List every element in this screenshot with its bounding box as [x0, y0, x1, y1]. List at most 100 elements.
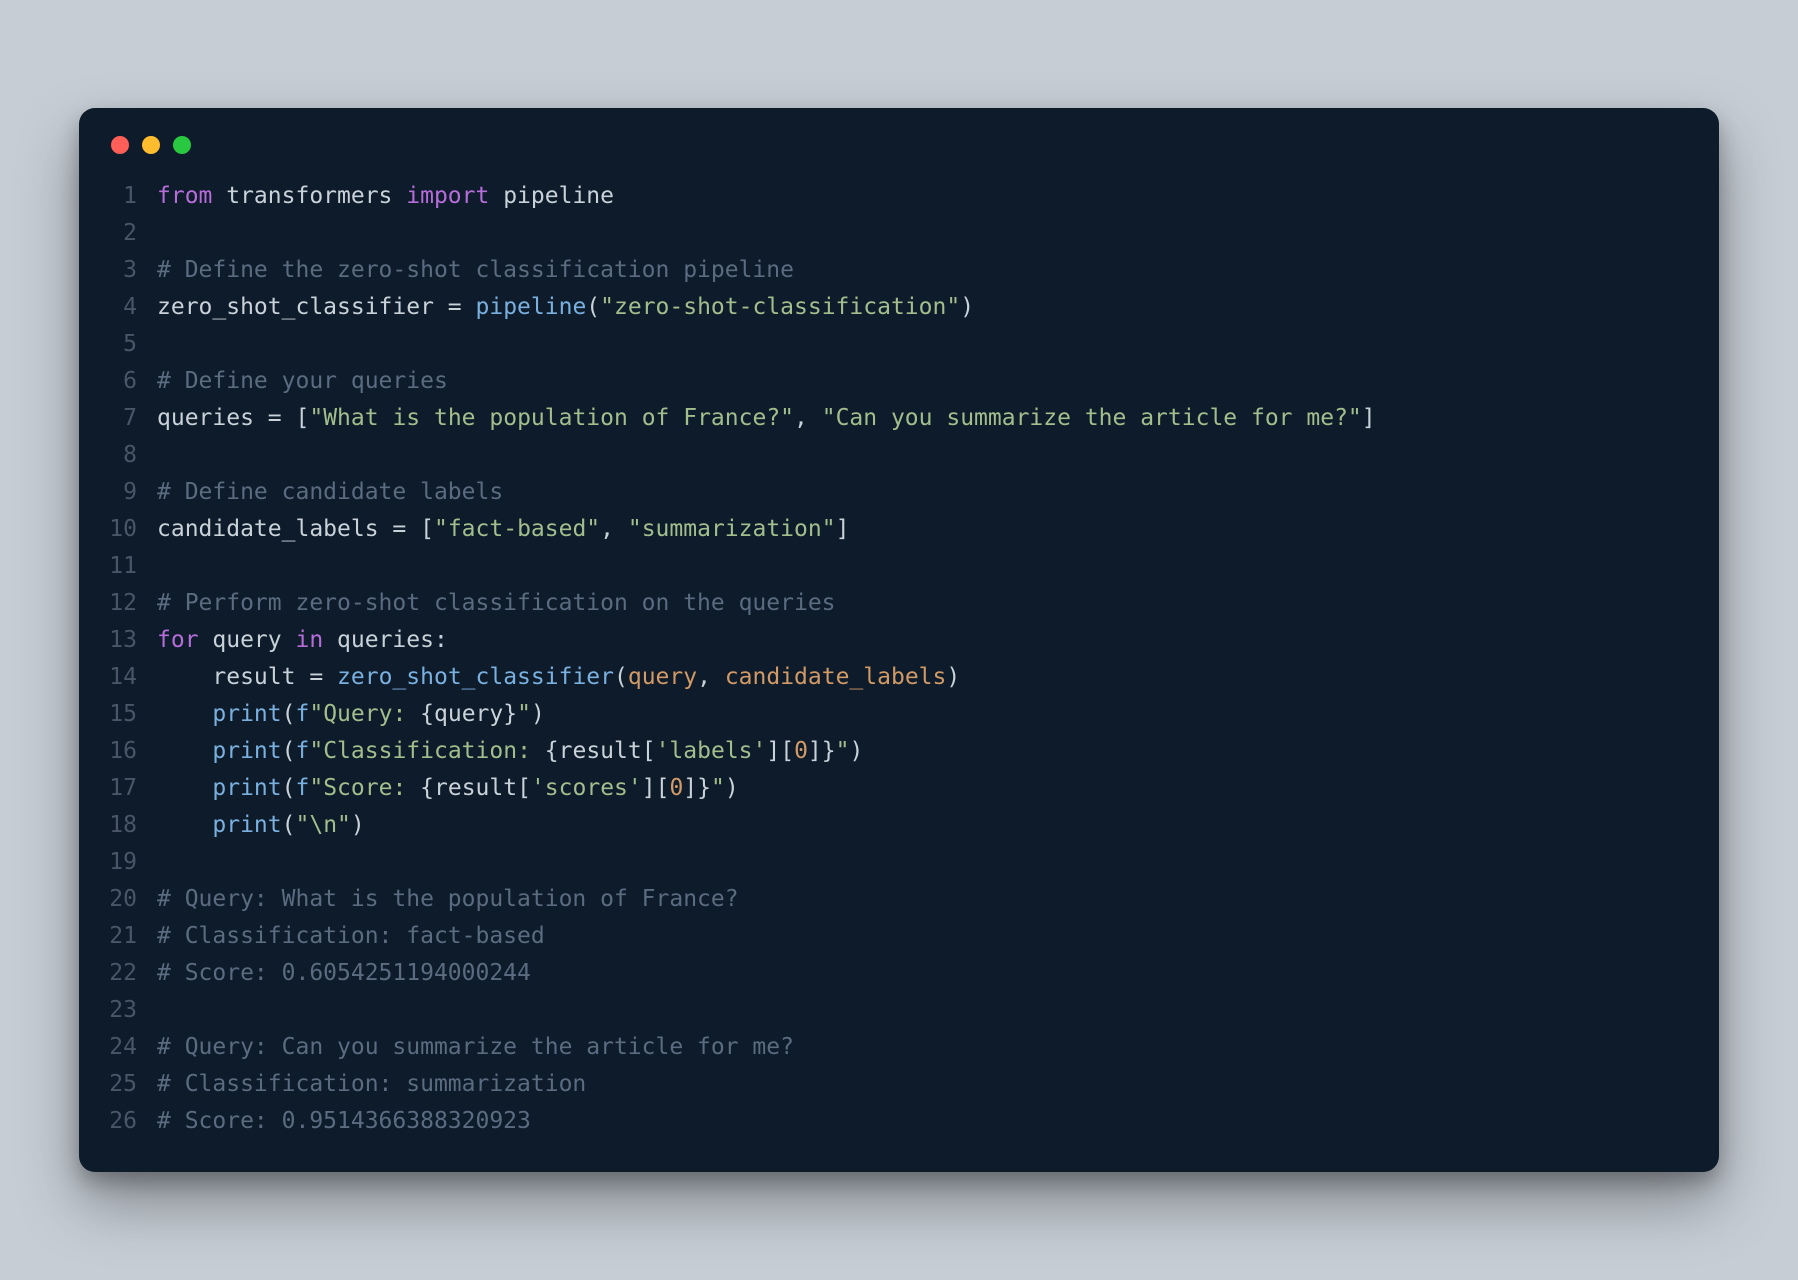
line-number: 13 [109, 622, 157, 659]
token: ][ [642, 775, 670, 801]
code-line: 20# Query: What is the population of Fra… [109, 881, 1689, 918]
token: from [157, 183, 212, 209]
code-content: # Classification: summarization [157, 1066, 586, 1103]
token: " [836, 738, 850, 764]
token: 'scores' [531, 775, 642, 801]
code-line: 10candidate_labels = ["fact-based", "sum… [109, 511, 1689, 548]
line-number: 23 [109, 992, 157, 1029]
code-content: print("\n") [157, 807, 365, 844]
minimize-icon[interactable] [142, 136, 160, 154]
code-line: 17 print(f"Score: {result['scores'][0]}"… [109, 770, 1689, 807]
token: f [296, 701, 310, 727]
line-number: 7 [109, 400, 157, 437]
code-line: 9# Define candidate labels [109, 474, 1689, 511]
token: print [212, 812, 281, 838]
code-line: 24# Query: Can you summarize the article… [109, 1029, 1689, 1066]
token: print [212, 738, 281, 764]
line-number: 24 [109, 1029, 157, 1066]
token: # Classification: fact-based [157, 923, 545, 949]
code-content: print(f"Score: {result['scores'][0]}") [157, 770, 739, 807]
token: [ [517, 775, 531, 801]
token: ) [351, 812, 365, 838]
code-line: 21# Classification: fact-based [109, 918, 1689, 955]
code-content [157, 437, 171, 474]
code-line: 16 print(f"Classification: {result['labe… [109, 733, 1689, 770]
line-number: 4 [109, 289, 157, 326]
token [406, 516, 420, 542]
token: , [600, 516, 628, 542]
code-content: # Classification: fact-based [157, 918, 545, 955]
line-number: 12 [109, 585, 157, 622]
token: f [296, 775, 310, 801]
token: " [517, 701, 531, 727]
token: 0 [794, 738, 808, 764]
code-line: 3# Define the zero-shot classification p… [109, 252, 1689, 289]
traffic-lights [109, 136, 1689, 154]
token: pipeline [476, 294, 587, 320]
close-icon[interactable] [111, 136, 129, 154]
token: ) [725, 775, 739, 801]
code-content: # Query: What is the population of Franc… [157, 881, 739, 918]
token: # Query: Can you summarize the article f… [157, 1034, 794, 1060]
line-number: 19 [109, 844, 157, 881]
code-line: 6# Define your queries [109, 363, 1689, 400]
token: ] [836, 516, 850, 542]
token: = [392, 516, 406, 542]
code-content: zero_shot_classifier = pipeline("zero-sh… [157, 289, 974, 326]
code-content: from transformers import pipeline [157, 178, 614, 215]
code-content: # Score: 0.6054251194000244 [157, 955, 531, 992]
code-content [157, 215, 171, 252]
line-number: 22 [109, 955, 157, 992]
line-number: 2 [109, 215, 157, 252]
token: "Score: [309, 775, 420, 801]
token: "Can you summarize the article for me?" [822, 405, 1362, 431]
code-line: 13for query in queries: [109, 622, 1689, 659]
code-line: 25# Classification: summarization [109, 1066, 1689, 1103]
code-line: 4zero_shot_classifier = pipeline("zero-s… [109, 289, 1689, 326]
line-number: 14 [109, 659, 157, 696]
code-content: # Perform zero-shot classification on th… [157, 585, 836, 622]
line-number: 17 [109, 770, 157, 807]
token: : [434, 627, 448, 653]
token: for [157, 627, 199, 653]
line-number: 11 [109, 548, 157, 585]
token [157, 775, 212, 801]
token: print [212, 775, 281, 801]
code-block: 1from transformers import pipeline2 3# D… [109, 178, 1689, 1140]
token: "summarization" [628, 516, 836, 542]
code-line: 26# Score: 0.9514366388320923 [109, 1103, 1689, 1140]
line-number: 20 [109, 881, 157, 918]
code-content: # Define candidate labels [157, 474, 503, 511]
token: "What is the population of France?" [309, 405, 794, 431]
code-line: 1from transformers import pipeline [109, 178, 1689, 215]
code-line: 7queries = ["What is the population of F… [109, 400, 1689, 437]
code-content: queries = ["What is the population of Fr… [157, 400, 1376, 437]
token: query [434, 701, 503, 727]
token: , [697, 664, 725, 690]
token: } [503, 701, 517, 727]
token: print [212, 701, 281, 727]
token [282, 405, 296, 431]
code-content [157, 326, 171, 363]
code-content: print(f"Query: {query}") [157, 696, 545, 733]
token: import [406, 183, 489, 209]
code-content: # Score: 0.9514366388320923 [157, 1103, 531, 1140]
token: result [157, 664, 309, 690]
maximize-icon[interactable] [173, 136, 191, 154]
line-number: 6 [109, 363, 157, 400]
code-content: # Define the zero-shot classification pi… [157, 252, 794, 289]
line-number: 1 [109, 178, 157, 215]
token: ( [586, 294, 600, 320]
code-line: 2 [109, 215, 1689, 252]
token: = [448, 294, 462, 320]
code-content: result = zero_shot_classifier(query, can… [157, 659, 960, 696]
token: ( [282, 701, 296, 727]
code-content: for query in queries: [157, 622, 448, 659]
token: # Define candidate labels [157, 479, 503, 505]
token: "\n" [296, 812, 351, 838]
code-line: 8 [109, 437, 1689, 474]
token: query [199, 627, 296, 653]
token: [ [420, 516, 434, 542]
token: [ [296, 405, 310, 431]
token: query [628, 664, 697, 690]
